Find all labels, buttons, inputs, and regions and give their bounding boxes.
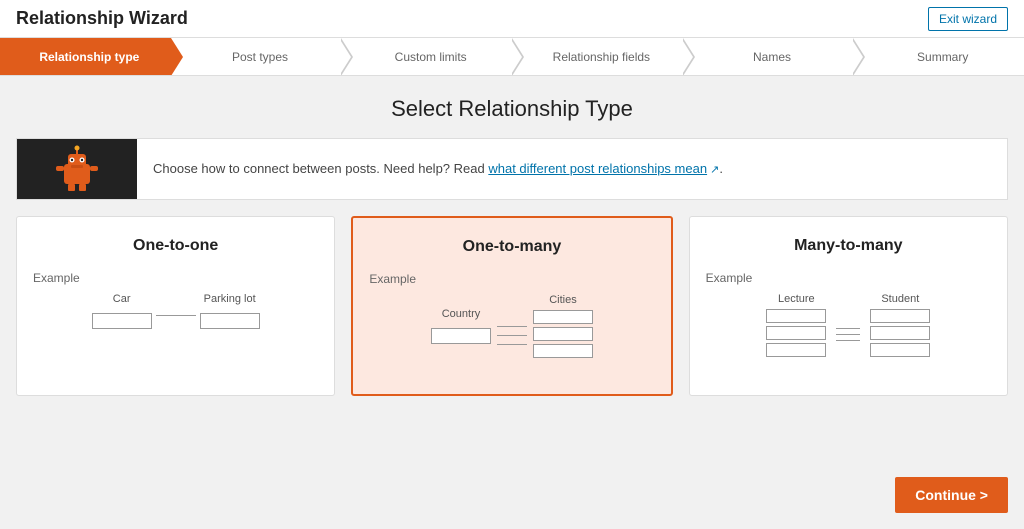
card-one-to-many[interactable]: One-to-many Example Country Cities: [351, 216, 672, 396]
mtm-right-box-3: [870, 343, 930, 357]
card-many-to-many-title: Many-to-many: [706, 237, 991, 255]
otm-right: Cities: [533, 294, 593, 358]
card-one-to-many-title: One-to-many: [369, 238, 654, 256]
otm-left-box: [431, 328, 491, 344]
robot-svg: [52, 144, 102, 194]
step-custom-limits[interactable]: Custom limits: [341, 38, 512, 75]
info-text: Choose how to connect between posts. Nee…: [137, 149, 739, 189]
robot-image: [17, 139, 137, 199]
diagram-left: Car: [92, 293, 152, 329]
continue-button[interactable]: Continue >: [895, 477, 1008, 513]
external-link-icon: ↗: [707, 164, 719, 176]
step-post-types[interactable]: Post types: [171, 38, 342, 75]
otm-left: Country: [431, 308, 491, 344]
otm-multi-boxes: [533, 310, 593, 358]
step-summary[interactable]: Summary: [853, 38, 1024, 75]
info-link[interactable]: what different post relationships mean: [488, 161, 707, 176]
mtm-left: Lecture: [766, 293, 826, 357]
header: Relationship Wizard Exit wizard: [0, 0, 1024, 38]
mtm-connectors: [836, 328, 860, 341]
mtm-right-box-2: [870, 326, 930, 340]
main-content: Select Relationship Type: [0, 76, 1024, 428]
card-one-to-one-example-label: Example: [33, 271, 318, 285]
one-to-many-diagram: Country Cities: [369, 294, 654, 358]
mtm-line-1: [836, 328, 860, 329]
otm-connectors: [497, 326, 527, 345]
step-names[interactable]: Names: [683, 38, 854, 75]
connector: [156, 315, 196, 316]
page-title: Relationship Wizard: [16, 8, 188, 29]
card-one-to-many-example-label: Example: [369, 272, 654, 286]
otm-line-2: [497, 335, 527, 336]
mtm-left-box-3: [766, 343, 826, 357]
many-to-many-diagram: Lecture Student: [706, 293, 991, 357]
mtm-left-box-1: [766, 309, 826, 323]
otm-line-1: [497, 326, 527, 327]
one-to-one-diagram: Car Parking lot: [33, 293, 318, 329]
left-box: [92, 313, 152, 329]
card-one-to-one[interactable]: One-to-one Example Car Parking lot: [16, 216, 335, 396]
step-relationship-type[interactable]: Relationship type: [0, 38, 171, 75]
otm-box-2: [533, 327, 593, 341]
mtm-line-2: [836, 334, 860, 335]
exit-wizard-button[interactable]: Exit wizard: [928, 7, 1008, 31]
mtm-line-3: [836, 340, 860, 341]
wizard-steps: Relationship type Post types Custom limi…: [0, 38, 1024, 76]
mtm-right-boxes: [870, 309, 930, 357]
otm-box-1: [533, 310, 593, 324]
mtm-left-box-2: [766, 326, 826, 340]
cards-row: One-to-one Example Car Parking lot One-t…: [16, 216, 1008, 396]
mtm-left-boxes: [766, 309, 826, 357]
card-many-to-many-example-label: Example: [706, 271, 991, 285]
diagram-right: Parking lot: [200, 293, 260, 329]
right-box: [200, 313, 260, 329]
info-box: Choose how to connect between posts. Nee…: [16, 138, 1008, 200]
mtm-right-box-1: [870, 309, 930, 323]
footer: Continue >: [895, 477, 1008, 513]
mtm-right: Student: [870, 293, 930, 357]
otm-line-3: [497, 344, 527, 345]
card-one-to-one-title: One-to-one: [33, 237, 318, 255]
otm-box-3: [533, 344, 593, 358]
card-many-to-many[interactable]: Many-to-many Example Lecture: [689, 216, 1008, 396]
step-relationship-fields[interactable]: Relationship fields: [512, 38, 683, 75]
section-title: Select Relationship Type: [16, 96, 1008, 122]
